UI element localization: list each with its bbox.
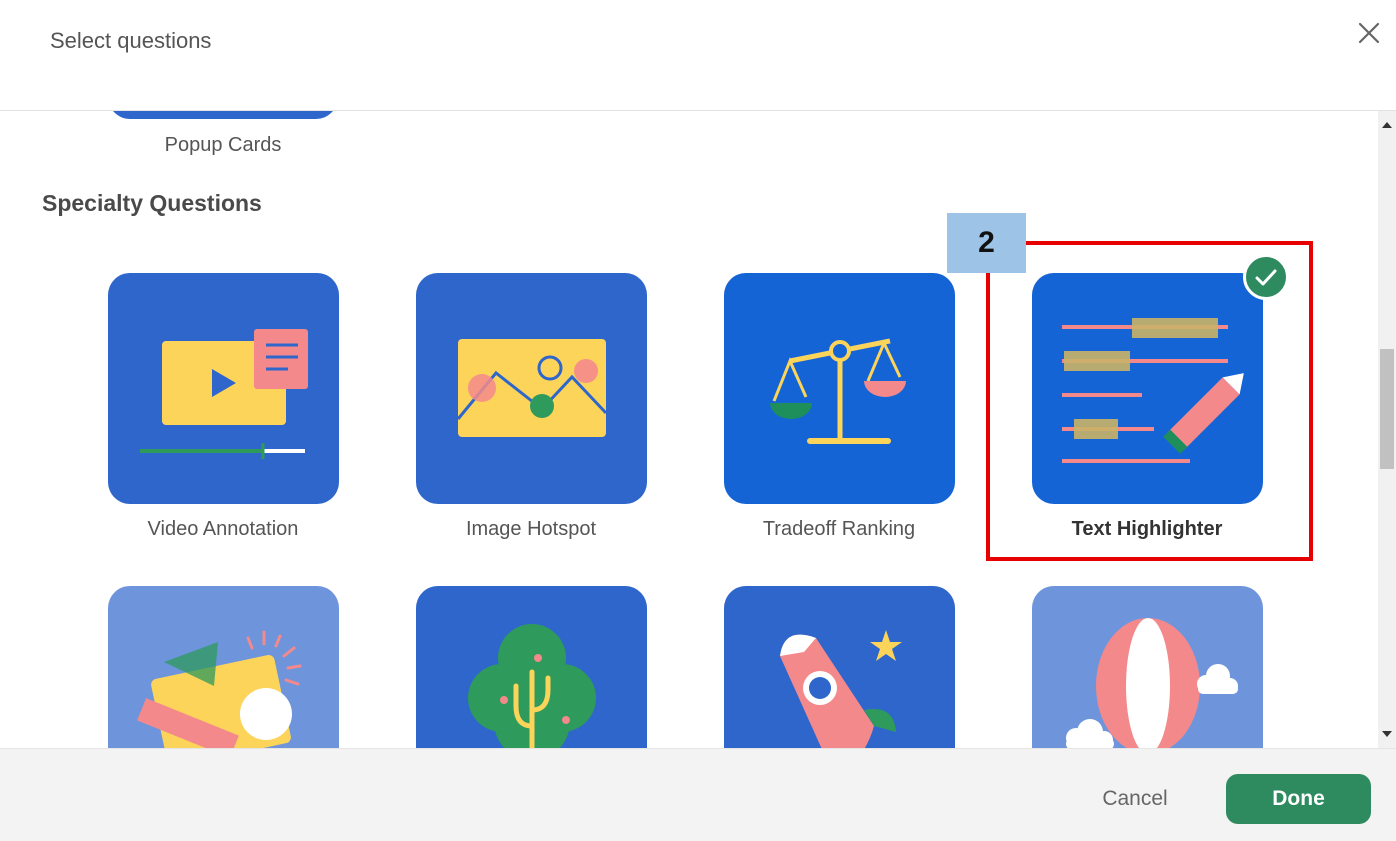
text-highlighter-label: Text Highlighter	[1071, 518, 1223, 540]
image-hotspot-label: Image Hotspot	[465, 518, 597, 540]
close-icon[interactable]	[1354, 18, 1384, 48]
done-button[interactable]: Done	[1226, 774, 1371, 824]
section-title: Specialty Questions	[42, 190, 262, 216]
tree-icon	[468, 624, 596, 748]
video-annotation-tile[interactable]	[108, 273, 339, 504]
vertical-scrollbar[interactable]	[1378, 111, 1396, 748]
megaphone-tile[interactable]	[108, 586, 339, 748]
scrollbar-thumb[interactable]	[1380, 349, 1394, 469]
tree-tile[interactable]	[416, 586, 647, 748]
dialog-title: Select questions	[50, 28, 212, 53]
cancel-button[interactable]: Cancel	[1080, 774, 1190, 824]
scroll-up-arrow-icon[interactable]	[1378, 117, 1396, 133]
rocket-icon	[780, 630, 902, 748]
image-hotspot-tile[interactable]	[416, 273, 647, 504]
hot-air-balloon-icon	[1066, 618, 1238, 748]
rocket-tile[interactable]	[724, 586, 955, 748]
video-annotation-icon	[140, 329, 308, 459]
text-highlighter-icon	[1062, 318, 1244, 463]
text-highlighter-tile[interactable]	[1032, 273, 1263, 504]
popup-cards-tile[interactable]	[108, 111, 338, 119]
question-list[interactable]: Popup Cards Specialty Questions Video An…	[0, 111, 1378, 748]
video-annotation-label: Video Annotation	[147, 518, 299, 540]
popup-cards-label: Popup Cards	[164, 134, 282, 156]
hot-air-balloon-tile[interactable]	[1032, 586, 1263, 748]
image-hotspot-icon	[456, 339, 608, 437]
scroll-down-arrow-icon[interactable]	[1378, 726, 1396, 742]
dialog-header: Select questions	[0, 0, 1396, 111]
tradeoff-ranking-label: Tradeoff Ranking	[762, 518, 916, 540]
dialog-footer: Cancel Done	[0, 748, 1396, 841]
scales-icon	[770, 338, 906, 444]
selected-check-icon	[1243, 254, 1289, 300]
annotation-step-label: 2	[947, 213, 1026, 273]
megaphone-icon	[137, 630, 302, 748]
tradeoff-ranking-tile[interactable]	[724, 273, 955, 504]
